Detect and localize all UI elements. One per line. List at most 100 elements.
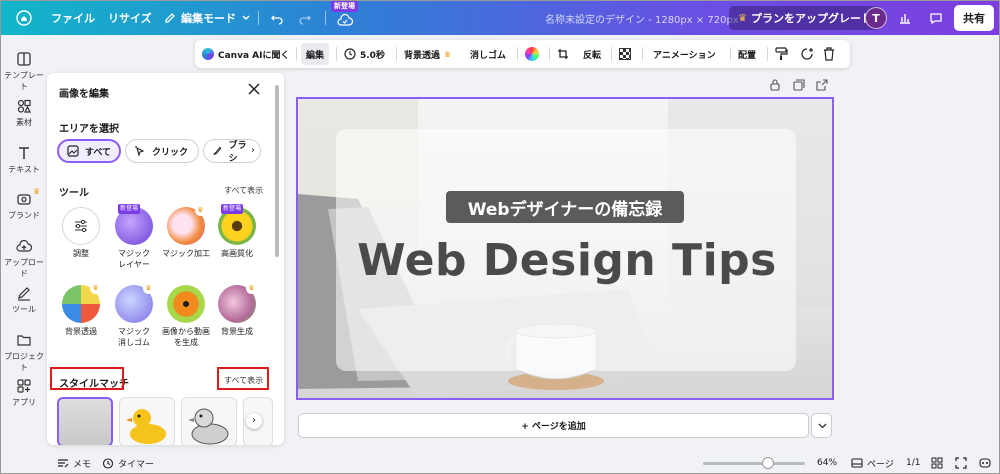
style-next-button[interactable]: › <box>246 413 262 429</box>
add-comment-icon <box>801 48 813 60</box>
add-page-dropdown[interactable] <box>811 413 832 438</box>
file-menu[interactable]: ファイル <box>51 1 95 35</box>
zoom-level[interactable]: 64% <box>817 451 837 473</box>
zoom-slider-handle[interactable] <box>762 457 775 469</box>
apps-icon <box>17 379 31 393</box>
crop-button[interactable] <box>557 40 569 68</box>
adjust-icon <box>62 207 100 245</box>
tool-bg-generate[interactable]: ♛ 背景生成 <box>208 283 266 338</box>
comment-add-button[interactable] <box>800 40 814 68</box>
canvas-subtitle[interactable]: Webデザイナーの備忘録 <box>446 191 684 223</box>
magic-layer-icon: 新登場 <box>115 204 153 245</box>
text-icon <box>19 147 29 159</box>
tool-label: 高画質化 <box>221 249 253 258</box>
transparency-button[interactable] <box>619 40 631 68</box>
fullscreen-button[interactable] <box>955 451 967 473</box>
chip-all[interactable]: すべて <box>57 139 121 163</box>
chip-click[interactable]: クリック <box>125 139 199 163</box>
ask-canva-ai-button[interactable]: Canva AIに聞く <box>202 40 289 68</box>
notes-button[interactable]: メモ <box>57 451 91 473</box>
panel-scrollbar[interactable] <box>275 85 279 257</box>
color-button[interactable] <box>525 40 539 68</box>
editor-window: ファイル リサイズ 編集モード 新登場 名称未設定のデザイン - 1280px … <box>0 0 1000 474</box>
rail-item-text[interactable]: テキスト <box>1 145 47 175</box>
style-thumb-sketch-duck[interactable] <box>181 397 237 445</box>
color-wheel-icon <box>525 47 539 61</box>
crown-icon: ♛ <box>246 283 257 294</box>
eraser-button[interactable]: 消しゴム <box>470 40 506 68</box>
close-icon <box>248 83 260 95</box>
pages-button[interactable]: ページ <box>851 451 894 473</box>
lock-button[interactable] <box>769 79 781 94</box>
close-button[interactable] <box>246 81 262 97</box>
timer-icon <box>102 458 114 469</box>
rail-label: ツール <box>12 305 36 314</box>
grid-view-button[interactable] <box>931 451 943 473</box>
paint-roller-icon <box>775 47 788 60</box>
zoom-slider[interactable] <box>703 462 805 465</box>
edit-button[interactable]: 編集 <box>301 43 330 65</box>
rail-label: テキスト <box>8 165 40 174</box>
upgrade-button[interactable]: ♛ プランをアップグレード <box>729 6 881 30</box>
undo-icon <box>271 15 283 25</box>
delete-button[interactable] <box>823 40 835 68</box>
rail-item-elements[interactable]: 素材 <box>1 98 47 128</box>
arrange-button[interactable]: 配置 <box>738 40 756 68</box>
flip-button[interactable]: 反転 <box>583 40 601 68</box>
avatar[interactable]: T <box>865 7 887 29</box>
design-canvas[interactable]: Webデザイナーの備忘録 Web Design Tips <box>296 97 834 400</box>
rail-item-projects[interactable]: プロジェクト <box>1 332 47 373</box>
home-icon <box>16 10 32 26</box>
rail-item-templates[interactable]: テンプレート <box>1 51 47 92</box>
copy-style-button[interactable] <box>775 40 788 68</box>
share-page-button[interactable] <box>816 79 828 94</box>
chips-next-icon[interactable]: › <box>251 145 255 156</box>
style-thumb-current[interactable] <box>57 397 113 445</box>
bg-remove-button[interactable]: 背景透過 ♛ <box>404 40 451 68</box>
bg-remove-icon: ♛ <box>62 283 101 323</box>
pages-icon <box>851 458 863 468</box>
tool-magic-layer[interactable]: 新登場 マジック レイヤー <box>105 204 163 271</box>
timer-button[interactable]: タイマー <box>102 451 154 473</box>
tool-label: マジック 消しゴム <box>118 327 150 347</box>
rail-item-brand[interactable]: ♛ ブランド <box>1 187 47 221</box>
pencil-icon <box>165 13 175 23</box>
home-button[interactable] <box>13 7 35 29</box>
rail-item-uploads[interactable]: アップロード <box>1 238 47 279</box>
document-title[interactable]: 名称未設定のデザイン - 1280px × 720px <box>545 1 739 35</box>
style-thumb-duck[interactable] <box>119 397 175 445</box>
export-icon <box>816 79 828 91</box>
comments-button[interactable] <box>925 7 947 29</box>
undo-button[interactable] <box>266 7 288 29</box>
edit-mode-menu[interactable]: 編集モード <box>164 1 251 35</box>
rail-item-apps[interactable]: アプリ <box>1 378 47 408</box>
cloud-save-button[interactable] <box>334 9 356 31</box>
page-count: 1/1 <box>906 458 921 468</box>
chevron-down-icon <box>242 15 250 20</box>
panel-title: 画像を編集 <box>59 89 109 100</box>
tool-magic-edit[interactable]: ♛ マジック加工 <box>157 205 215 260</box>
animation-button[interactable]: アニメーション <box>653 40 716 68</box>
canvas-title[interactable]: Web Design Tips <box>298 235 832 286</box>
duration-button[interactable]: 5.0秒 <box>344 40 385 68</box>
add-page-button[interactable]: + ページを追加 <box>298 413 809 438</box>
divider <box>336 47 337 61</box>
duplicate-page-button[interactable] <box>793 79 805 94</box>
tool-bg-remove[interactable]: ♛ 背景透過 <box>52 283 110 338</box>
duck-icon <box>126 409 166 444</box>
rail-item-tools[interactable]: ツール <box>1 285 47 315</box>
tool-magic-eraser[interactable]: ♛ マジック 消しゴム <box>105 283 163 349</box>
notes-icon <box>58 459 69 468</box>
tool-image-to-video[interactable]: 画像から動画 を生成 <box>157 285 215 349</box>
tool-upscale[interactable]: 新登場 高画質化 <box>208 204 266 260</box>
grid-icon <box>931 457 943 469</box>
share-button[interactable]: 共有 <box>954 5 994 31</box>
tool-adjust[interactable]: 調整 <box>52 207 110 260</box>
help-button[interactable] <box>978 451 992 473</box>
resize-menu[interactable]: リサイズ <box>108 1 152 35</box>
clock-icon <box>344 48 356 60</box>
assistant-icon <box>979 458 991 468</box>
insights-button[interactable] <box>894 7 916 29</box>
tools-see-all-link[interactable]: すべて表示 <box>224 185 263 196</box>
redo-button[interactable] <box>294 7 316 29</box>
